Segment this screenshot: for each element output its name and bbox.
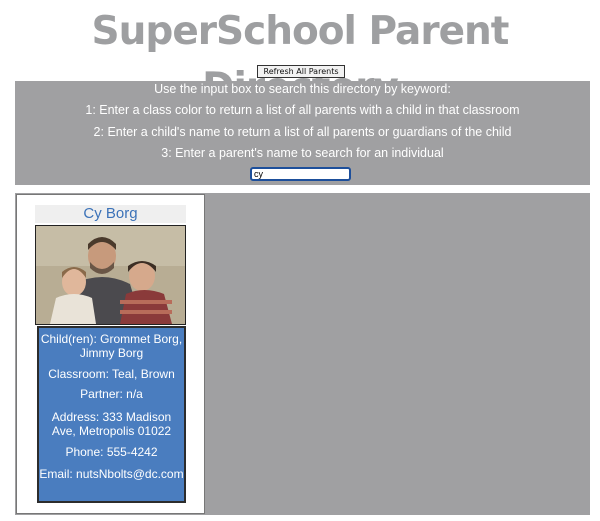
search-instruction-1: 1: Enter a class color to return a list …: [85, 103, 520, 117]
parent-name: Cy Borg: [35, 205, 186, 223]
parent-details: Child(ren): Grommet Borg, Jimmy Borg Cla…: [37, 326, 186, 503]
parent-classroom: Classroom: Teal, Brown: [48, 367, 175, 381]
search-input[interactable]: [250, 167, 351, 181]
parent-photo: [35, 225, 186, 325]
search-panel: Use the input box to search this directo…: [15, 81, 590, 185]
parent-phone: Phone: 555-4242: [65, 445, 158, 459]
search-instruction-3: 3: Enter a parent's name to search for a…: [161, 146, 444, 160]
search-instruction-2: 2: Enter a child's name to return a list…: [93, 125, 512, 139]
refresh-all-parents-button[interactable]: Refresh All Parents: [257, 65, 345, 78]
parent-email: Email: nutsNbolts@dc.com: [39, 467, 184, 481]
parent-address: Address: 333 Madison Ave, Metropolis 010…: [51, 410, 172, 438]
results-area: Cy Borg Child(ren): Grommet Borg, Jimmy …: [15, 193, 590, 515]
parent-partner: Partner: n/a: [80, 387, 143, 401]
search-instructions-intro: Use the input box to search this directo…: [154, 82, 451, 96]
parent-children: Child(ren): Grommet Borg, Jimmy Borg: [40, 332, 183, 360]
parent-card: Cy Borg Child(ren): Grommet Borg, Jimmy …: [16, 194, 205, 514]
